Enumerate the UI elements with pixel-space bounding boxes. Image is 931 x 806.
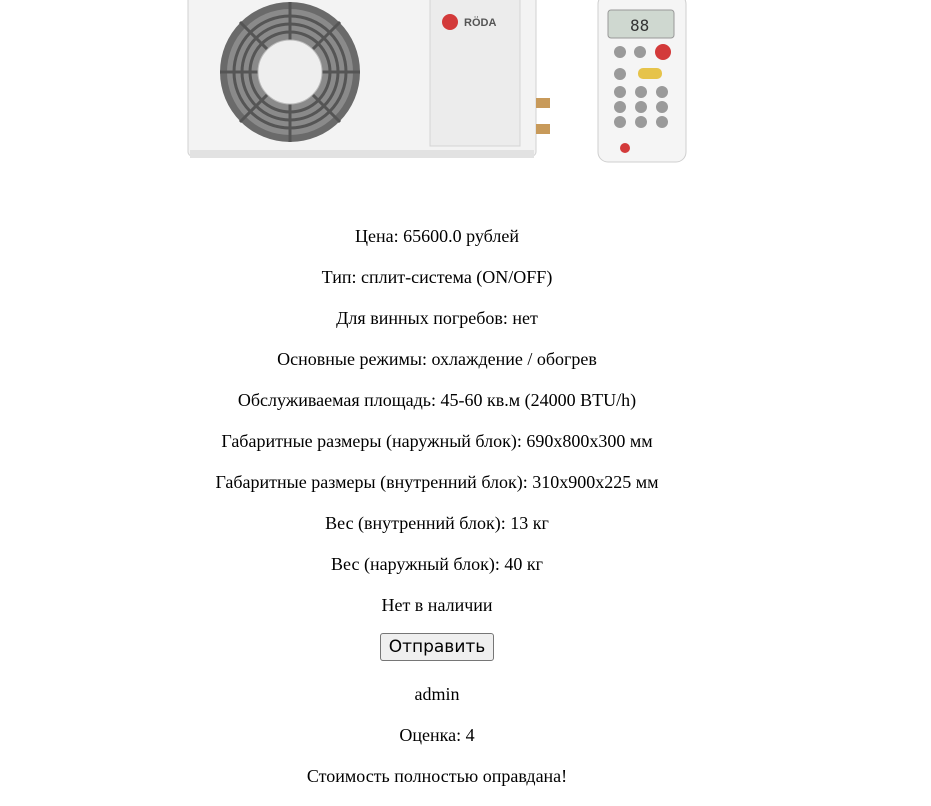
availability: Нет в наличии (381, 595, 493, 615)
review-text: Стоимость полностью оправдана! (306, 766, 568, 786)
serviced-area: Обслуживаемая площадь: 45-60 кв.м (24000… (237, 390, 637, 410)
product-image: RÖDA 88 (180, 0, 695, 172)
indoor-weight: Вес (внутренний блок): 13 кг (325, 513, 549, 533)
review-author: admin (414, 684, 460, 704)
indoor-dimensions: Габаритные размеры (внутренний блок): 31… (215, 472, 659, 492)
outdoor-dimensions: Габаритные размеры (наружный блок): 690х… (221, 431, 653, 451)
outdoor-weight: Вес (наружный блок): 40 кг (331, 554, 543, 574)
brand-logo: RÖDA (464, 16, 496, 29)
remote-display: 88 (630, 16, 649, 35)
review-rating: Оценка: 4 (399, 725, 475, 745)
modes: Основные режимы: охлаждение / обогрев (277, 349, 597, 369)
submit-button[interactable]: Отправить (379, 633, 495, 661)
remote-control-graphic: 88 (597, 0, 687, 163)
type: Тип: сплит-система (ON/OFF) (321, 267, 553, 287)
wine-cellar: Для винных погребов: нет (336, 308, 538, 328)
submit-form: Отправить (0, 633, 874, 681)
outdoor-unit-graphic: RÖDA (187, 0, 550, 158)
product-info: Цена: 65600.0 рублей Тип: сплит-система … (0, 225, 874, 806)
price: Цена: 65600.0 рублей (355, 226, 519, 246)
